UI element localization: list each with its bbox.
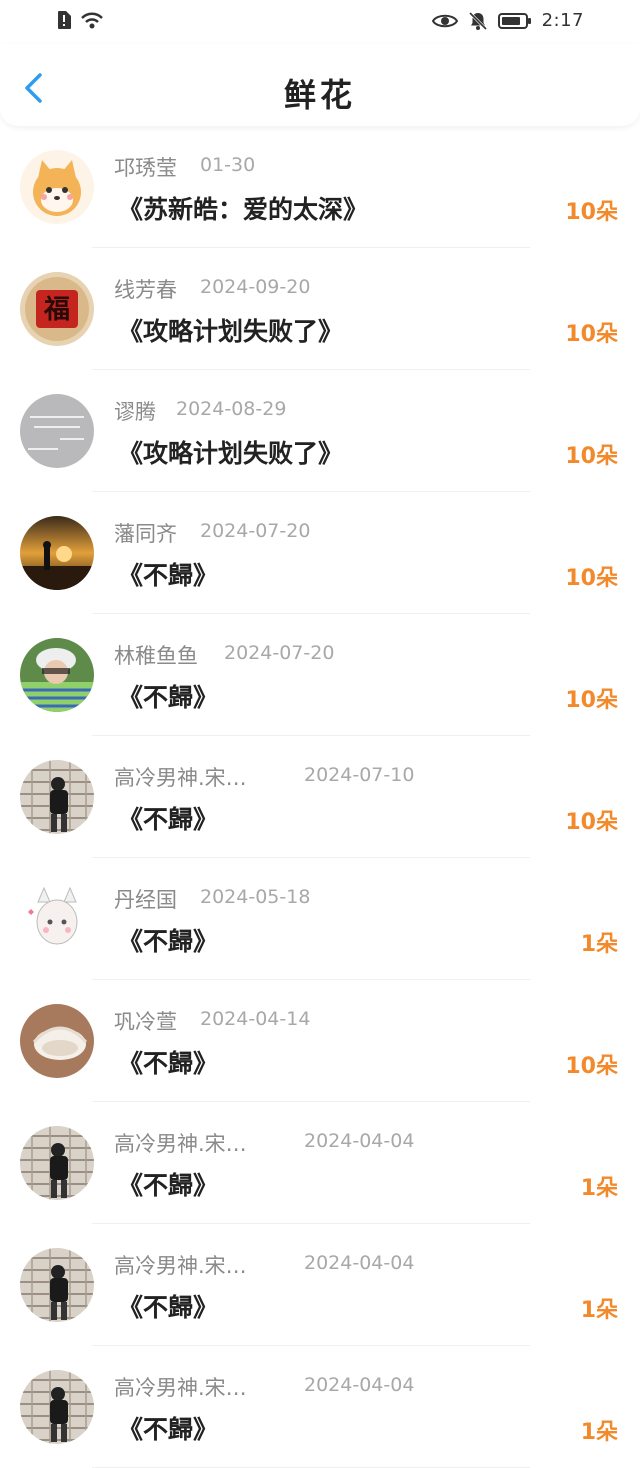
flower-count: 10朵 (565, 566, 618, 591)
list-item[interactable]: 高冷男神.宋… 2024-04-04 《不歸》 1朵 (0, 1346, 640, 1468)
record-date: 2024-07-10 (304, 764, 415, 786)
list-item[interactable]: 林稚鱼鱼 2024-07-20 《不歸》 10朵 (0, 614, 640, 736)
sender-name: 丹经国 (114, 888, 177, 912)
top-nav-bar: 鲜花 (0, 44, 640, 126)
sender-name: 邛琇莹 (114, 156, 177, 180)
page-title: 鲜花 (283, 76, 356, 114)
flower-count: 10朵 (565, 322, 618, 347)
record-date: 2024-09-20 (200, 276, 311, 298)
record-date: 2024-04-04 (304, 1252, 415, 1274)
list-item[interactable]: 藩同齐 2024-07-20 《不歸》 10朵 (0, 492, 640, 614)
song-title: 《不歸》 (118, 683, 219, 712)
status-bar: 2:17 (0, 0, 640, 44)
record-date: 2024-07-20 (224, 642, 335, 664)
sender-name: 林稚鱼鱼 (114, 644, 198, 668)
avatar[interactable] (20, 1126, 94, 1200)
record-date: 2024-08-29 (176, 398, 287, 420)
flower-count: 10朵 (565, 1054, 618, 1079)
song-title: 《攻略计划失败了》 (118, 439, 344, 468)
avatar[interactable] (20, 882, 94, 956)
list-item[interactable]: 丹经国 2024-05-18 《不歸》 1朵 (0, 858, 640, 980)
list-item[interactable]: 巩冷萱 2024-04-14 《不歸》 10朵 (0, 980, 640, 1102)
flower-count: 10朵 (565, 444, 618, 469)
flower-count: 10朵 (565, 688, 618, 713)
list-item[interactable]: 高冷男神.宋… 2024-04-04 《不歸》 1朵 (0, 1224, 640, 1346)
avatar[interactable] (20, 760, 94, 834)
wifi-icon (81, 12, 103, 29)
avatar[interactable] (20, 394, 94, 468)
song-title: 《攻略计划失败了》 (118, 317, 344, 346)
avatar[interactable] (20, 1004, 94, 1078)
song-title: 《不歸》 (118, 561, 219, 590)
status-left (56, 10, 104, 30)
list-item[interactable]: 邛琇莹 01-30 《苏新皓：爱的太深》 10朵 (0, 126, 640, 248)
flower-record-list: 邛琇莹 01-30 《苏新皓：爱的太深》 10朵 福 线芳春 2024-09-2… (0, 126, 640, 1468)
avatar[interactable] (20, 638, 94, 712)
list-item[interactable]: 福 线芳春 2024-09-20 《攻略计划失败了》 10朵 (0, 248, 640, 370)
battery-icon (497, 12, 531, 29)
song-title: 《不歸》 (118, 927, 219, 956)
flower-count: 10朵 (565, 810, 618, 835)
eye-icon (431, 14, 458, 27)
song-title: 《苏新皓：爱的太深》 (118, 195, 369, 224)
song-title: 《不歸》 (118, 1049, 219, 1078)
song-title: 《不歸》 (118, 1171, 219, 1200)
flower-count: 1朵 (580, 1420, 618, 1445)
sender-name: 线芳春 (114, 278, 177, 302)
list-item[interactable]: 高冷男神.宋… 2024-07-10 《不歸》 10朵 (0, 736, 640, 858)
song-title: 《不歸》 (118, 805, 219, 834)
flower-count: 1朵 (580, 932, 618, 957)
record-date: 01-30 (200, 154, 256, 176)
record-date: 2024-04-14 (200, 1008, 311, 1030)
avatar[interactable] (20, 516, 94, 590)
alert-sim-icon (58, 11, 71, 29)
flower-count: 1朵 (580, 1176, 618, 1201)
avatar[interactable] (20, 1370, 94, 1444)
record-date: 2024-04-04 (304, 1374, 415, 1396)
status-time: 2:17 (541, 10, 584, 31)
sender-name: 藩同齐 (114, 522, 177, 546)
record-date: 2024-04-04 (304, 1130, 415, 1152)
record-date: 2024-05-18 (200, 886, 311, 908)
song-title: 《不歸》 (118, 1293, 219, 1322)
sender-name: 高冷男神.宋… (114, 766, 247, 790)
sender-name: 高冷男神.宋… (114, 1132, 247, 1156)
avatar[interactable] (20, 150, 94, 224)
list-item[interactable]: 谬腾 2024-08-29 《攻略计划失败了》 10朵 (0, 370, 640, 492)
list-item[interactable]: 高冷男神.宋… 2024-04-04 《不歸》 1朵 (0, 1102, 640, 1224)
flower-count: 1朵 (580, 1298, 618, 1323)
song-title: 《不歸》 (118, 1415, 219, 1444)
flower-count: 10朵 (565, 200, 618, 225)
sender-name: 高冷男神.宋… (114, 1254, 247, 1278)
sender-name: 巩冷萱 (114, 1010, 177, 1034)
sender-name: 谬腾 (114, 400, 156, 424)
bell-muted-icon (468, 11, 487, 30)
avatar[interactable]: 福 (20, 272, 94, 346)
status-right: 2:17 (431, 10, 584, 31)
sender-name: 高冷男神.宋… (114, 1376, 247, 1400)
avatar[interactable] (20, 1248, 94, 1322)
record-date: 2024-07-20 (200, 520, 311, 542)
svg-text:福: 福 (43, 295, 70, 325)
